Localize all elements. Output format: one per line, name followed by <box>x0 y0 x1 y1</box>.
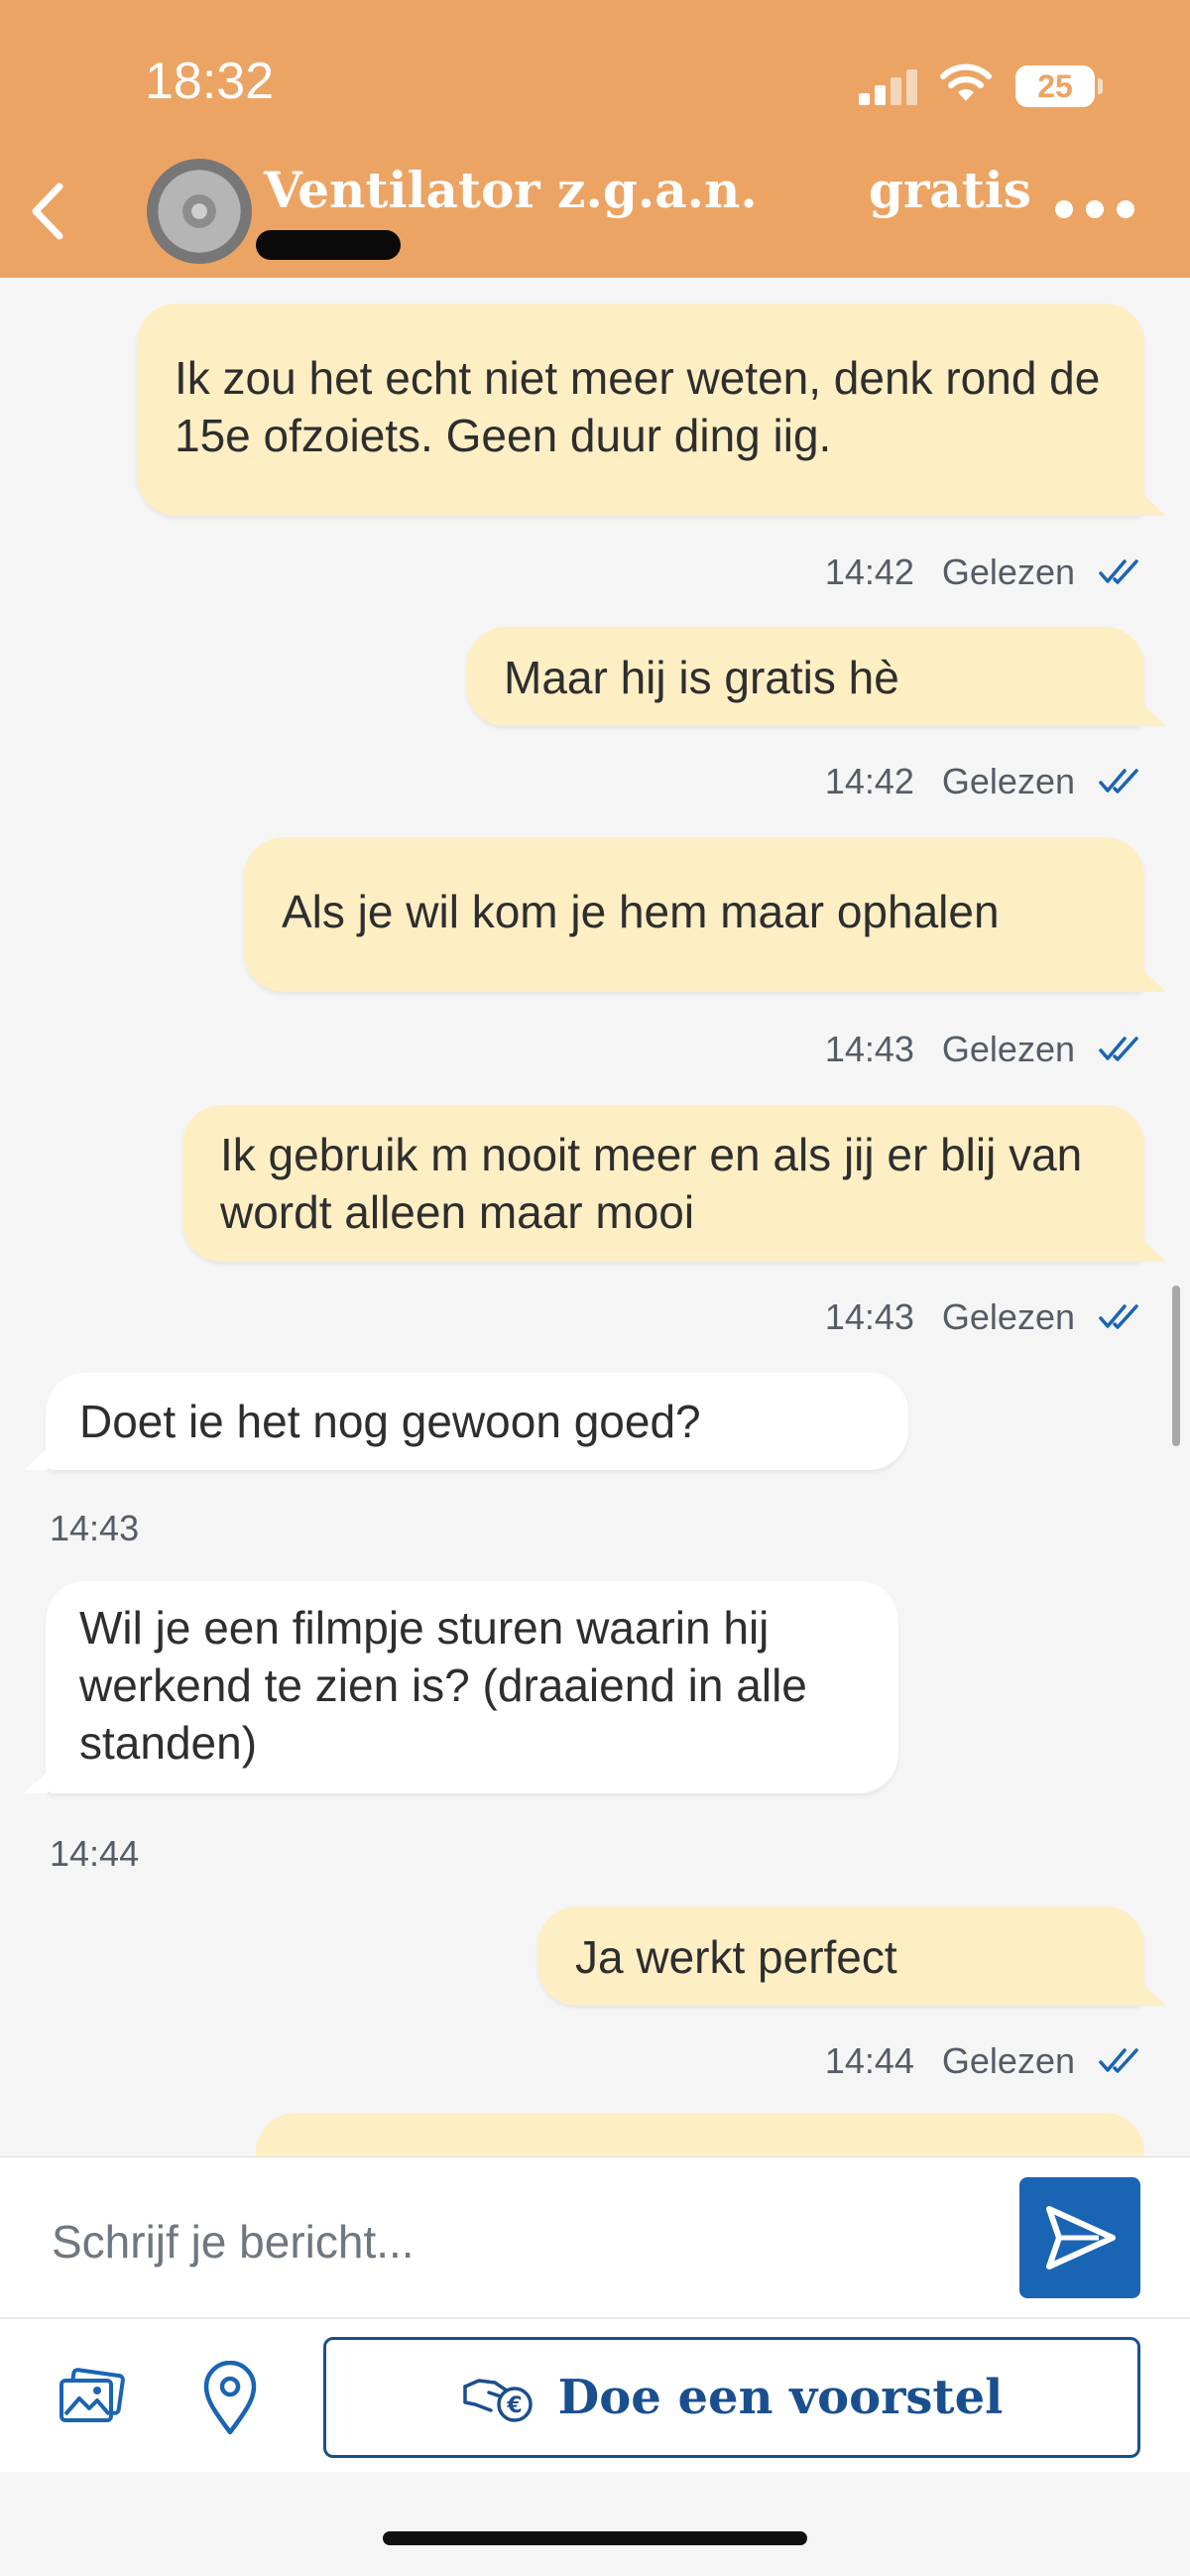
message-meta: 14:42 Gelezen <box>825 761 1142 802</box>
read-status: Gelezen <box>941 1296 1075 1337</box>
home-indicator[interactable] <box>383 2531 807 2545</box>
message-bubble-incoming[interactable]: Wil je een filmpje sturen waarin hij wer… <box>24 1581 898 1793</box>
send-button[interactable] <box>1019 2177 1140 2298</box>
message-time: 14:43 <box>824 1296 914 1337</box>
chat-header: 18:32 25 Ventilator z.g.a.n. gratis <box>0 0 1190 278</box>
listing-avatar[interactable] <box>147 159 252 264</box>
double-check-icon <box>1099 559 1138 584</box>
message-bubble-outgoing[interactable]: Ik gebruik m nooit meer en als jij er bl… <box>182 1105 1166 1262</box>
message-time: 14:44 <box>824 2040 914 2081</box>
message-bubble-outgoing[interactable]: Ja werkt perfect <box>537 1906 1166 2006</box>
message-time: 14:44 <box>50 1833 140 1874</box>
message-text: Ik gebruik m nooit meer en als jij er bl… <box>220 1129 1083 1238</box>
message-meta: 14:42 Gelezen <box>825 552 1142 593</box>
signal-icon <box>859 69 918 105</box>
redacted-username <box>256 230 401 260</box>
listing-price: gratis <box>869 161 1031 219</box>
message-input[interactable] <box>50 2201 946 2282</box>
message-text: Maar hij is gratis hè <box>504 652 899 703</box>
composer-actions: € Doe een voorstel <box>0 2317 1190 2474</box>
read-status: Gelezen <box>941 2040 1075 2081</box>
double-check-icon <box>1099 1037 1138 1061</box>
photos-icon[interactable] <box>58 2367 127 2426</box>
message-text: Wil je een filmpje sturen waarin hij wer… <box>79 1602 807 1769</box>
make-offer-button[interactable]: € Doe een voorstel <box>323 2337 1140 2458</box>
more-options-button[interactable] <box>1055 194 1134 224</box>
message-time: 14:42 <box>824 552 914 592</box>
message-text: Ja werkt perfect <box>575 1931 897 1983</box>
read-status: Gelezen <box>941 552 1075 592</box>
message-meta: 14:44 Gelezen <box>825 2040 1142 2082</box>
listing-title[interactable]: Ventilator z.g.a.n. <box>264 161 758 219</box>
back-button[interactable] <box>20 177 79 246</box>
message-bubble-incoming[interactable]: Doet ie het nog gewoon goed? <box>24 1373 908 1470</box>
message-bubble-outgoing[interactable]: Als je wil kom je hem maar ophalen <box>244 837 1166 992</box>
read-status: Gelezen <box>941 761 1075 801</box>
double-check-icon <box>1099 1304 1138 1329</box>
status-time: 18:32 <box>145 53 275 110</box>
make-offer-label: Doe een voorstel <box>557 2370 1004 2425</box>
message-text: Doet ie het nog gewoon goed? <box>79 1396 701 1447</box>
battery-indicator: 25 <box>1015 65 1103 107</box>
home-area <box>0 2472 1190 2576</box>
message-bubble-outgoing[interactable]: Ik zou het echt niet meer weten, denk ro… <box>137 304 1166 516</box>
read-status: Gelezen <box>941 1029 1075 1069</box>
message-meta: 14:43 Gelezen <box>825 1029 1142 1070</box>
double-check-icon <box>1099 769 1138 794</box>
offer-hand-icon: € <box>462 2379 533 2422</box>
message-meta: 14:43 Gelezen <box>825 1296 1142 1338</box>
scrollbar[interactable] <box>1172 1286 1180 1446</box>
location-pin-icon[interactable] <box>202 2361 258 2436</box>
message-bubble-outgoing[interactable]: Maar hij is gratis hè <box>466 627 1166 726</box>
message-time: 14:42 <box>824 761 914 801</box>
message-text: Als je wil kom je hem maar ophalen <box>282 886 1000 937</box>
double-check-icon <box>1099 2048 1138 2073</box>
message-time: 14:43 <box>50 1508 140 1548</box>
svg-text:€: € <box>506 2393 522 2418</box>
wifi-icon <box>940 63 992 101</box>
send-icon <box>1046 2206 1116 2269</box>
message-text: Ik zou het echt niet meer weten, denk ro… <box>175 352 1101 461</box>
message-time: 14:43 <box>824 1029 914 1069</box>
message-composer <box>0 2156 1190 2318</box>
